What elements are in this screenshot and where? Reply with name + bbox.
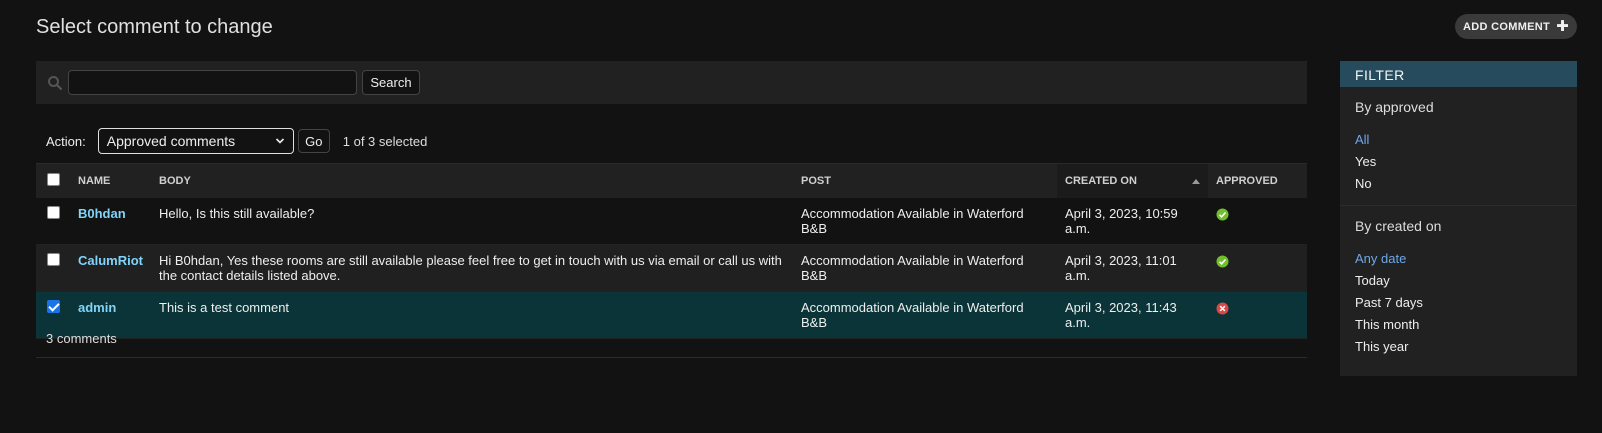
table-header-row: Name Body Post Created on Approved — [36, 163, 1307, 198]
selection-counter: 1 of 3 selected — [342, 133, 428, 149]
select-all-checkbox[interactable] — [47, 172, 60, 186]
search-icon — [48, 76, 63, 91]
row-post-cell: Accommodation Available in Waterford B&B — [793, 244, 1057, 292]
column-header-post[interactable]: Post — [793, 163, 1057, 198]
row-approved-cell — [1208, 197, 1307, 245]
row-created-cell: April 3, 2023, 10:59 a.m. — [1057, 197, 1208, 245]
comment-name-link[interactable]: CalumRiot — [78, 253, 143, 268]
column-header-approved[interactable]: Approved — [1208, 163, 1307, 198]
filter-group-created-on: By created on Any date Today Past 7 days… — [1340, 205, 1577, 368]
comment-name-link[interactable]: B0hdan — [78, 206, 126, 221]
row-name-cell: B0hdan — [70, 197, 151, 245]
actions-bar: Action: Approved comments Go 1 of 3 sele… — [36, 128, 427, 154]
filter-option-this-year[interactable]: This year — [1355, 336, 1562, 358]
row-select-cell — [36, 244, 70, 292]
filter-option-no[interactable]: No — [1355, 173, 1562, 195]
approved-yes-icon — [1216, 255, 1229, 267]
go-button[interactable]: Go — [297, 129, 330, 153]
table-row: CalumRiot Hi B0hdan, Yes these rooms are… — [36, 244, 1307, 292]
column-header-body: Body — [151, 163, 793, 198]
row-approved-cell — [1208, 244, 1307, 292]
row-checkbox[interactable] — [47, 205, 60, 219]
column-header-created-on[interactable]: Created on — [1057, 163, 1208, 198]
filter-option-past-7-days[interactable]: Past 7 days — [1355, 292, 1562, 314]
results-table: Name Body Post Created on Approved B0hda… — [36, 163, 1307, 339]
result-count: 3 comments — [36, 316, 1307, 358]
add-comment-label: ADD COMMENT — [1463, 20, 1551, 33]
action-label: Action: — [46, 133, 86, 149]
filter-option-yes[interactable]: Yes — [1355, 151, 1562, 173]
comment-name-link[interactable]: admin — [78, 300, 116, 315]
filter-panel: FILTER By approved All Yes No By created… — [1340, 61, 1577, 376]
search-toolbar: Search — [36, 61, 1307, 104]
table-row: B0hdan Hello, Is this still available? A… — [36, 197, 1307, 245]
column-header-name[interactable]: Name — [70, 163, 151, 198]
filter-header: FILTER — [1340, 61, 1577, 87]
approved-no-icon — [1216, 302, 1229, 314]
plus-icon: ✚ — [1556, 18, 1569, 35]
row-body-cell: Hello, Is this still available? — [151, 197, 793, 245]
filter-option-this-month[interactable]: This month — [1355, 314, 1562, 336]
filter-title: By created on — [1355, 218, 1442, 234]
filter-title: By approved — [1355, 99, 1434, 115]
search-input[interactable] — [68, 70, 357, 95]
chevron-down-icon — [275, 138, 284, 144]
add-comment-button[interactable]: ADD COMMENT ✚ — [1455, 14, 1577, 39]
row-select-cell — [36, 197, 70, 245]
search-button[interactable]: Search — [362, 70, 420, 95]
action-select-value: Approved comments — [106, 133, 236, 149]
filter-group-approved: By approved All Yes No — [1340, 87, 1577, 205]
row-checkbox[interactable] — [47, 252, 60, 266]
filter-option-today[interactable]: Today — [1355, 270, 1562, 292]
column-header-created-on-label: Created on — [1065, 174, 1137, 187]
row-name-cell: CalumRiot — [70, 244, 151, 292]
filter-option-any-date[interactable]: Any date — [1355, 248, 1562, 270]
action-select[interactable]: Approved comments — [97, 128, 294, 154]
page-title: Select comment to change — [36, 16, 273, 38]
row-created-cell: April 3, 2023, 11:01 a.m. — [1057, 244, 1208, 292]
sort-ascending-icon[interactable] — [1192, 178, 1200, 184]
row-body-cell: Hi B0hdan, Yes these rooms are still ava… — [151, 244, 793, 292]
filter-option-all[interactable]: All — [1355, 129, 1562, 151]
select-all-header — [36, 163, 70, 198]
approved-yes-icon — [1216, 208, 1229, 220]
row-checkbox[interactable] — [47, 299, 60, 313]
row-post-cell: Accommodation Available in Waterford B&B — [793, 197, 1057, 245]
